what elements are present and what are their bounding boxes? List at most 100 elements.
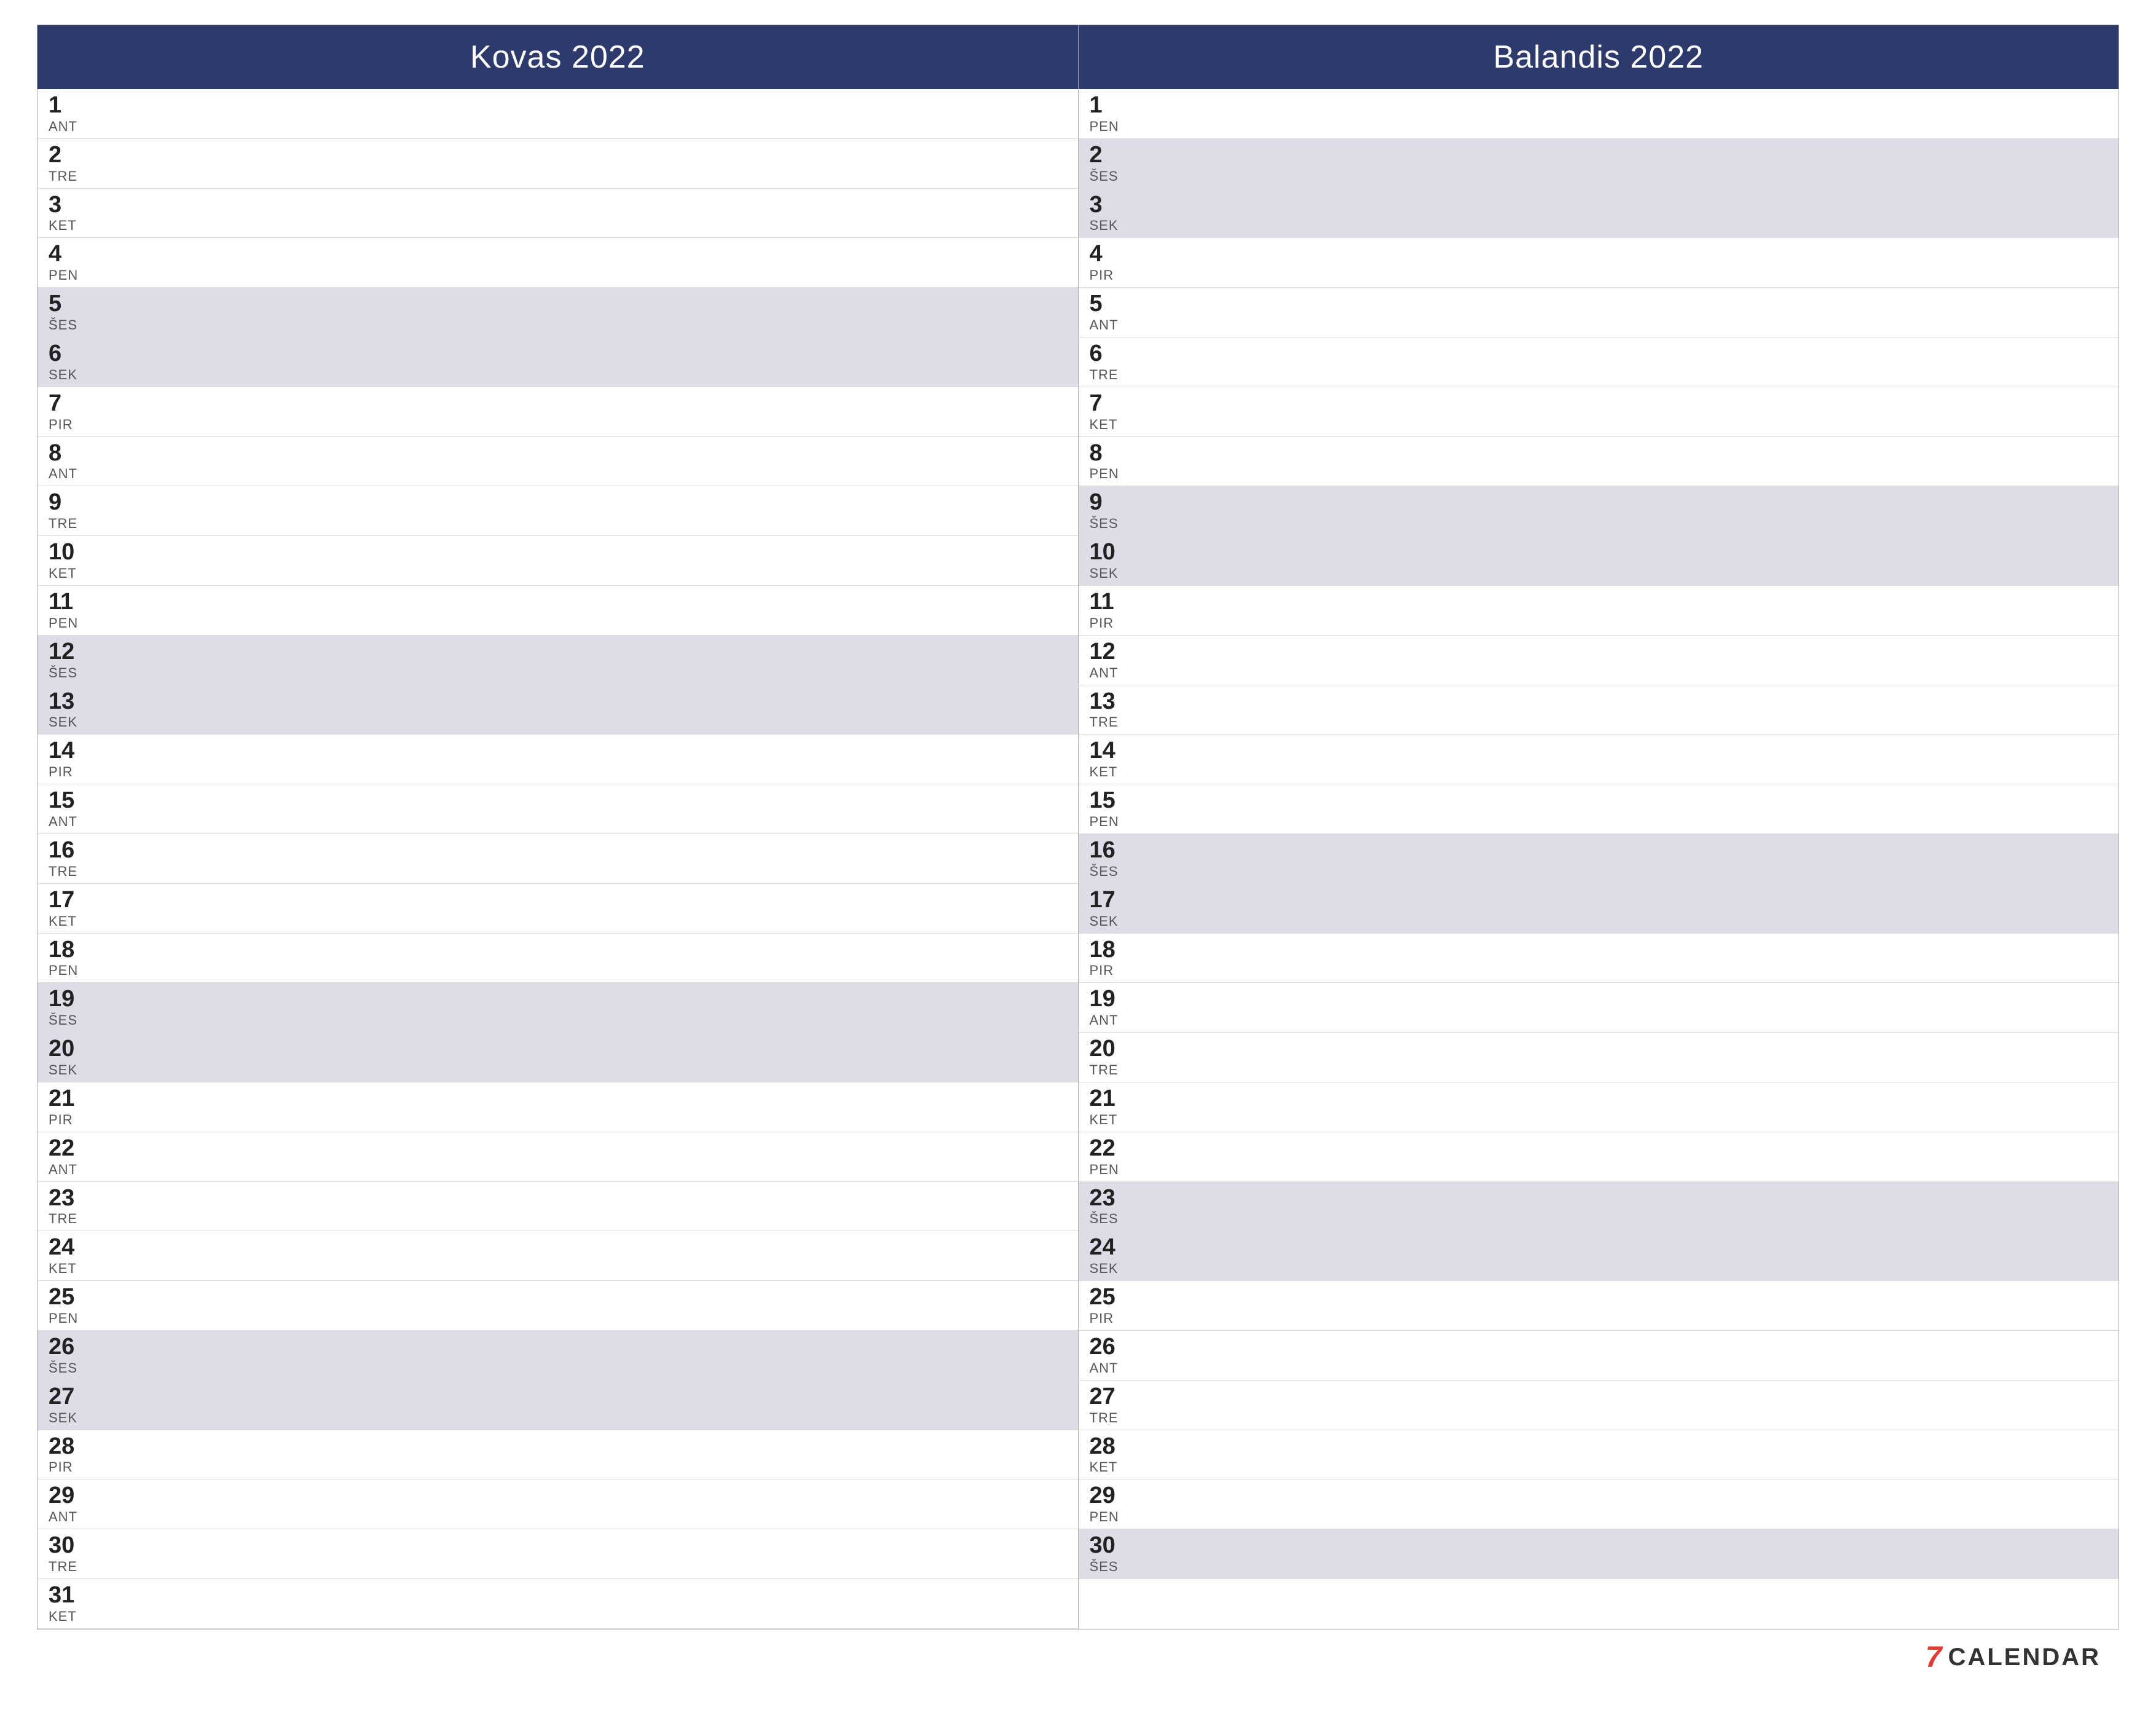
day-row: 3KET bbox=[37, 189, 1078, 238]
day-info: 27TRE bbox=[1090, 1384, 1139, 1426]
day-info: 24KET bbox=[49, 1235, 98, 1277]
day-number: 4 bbox=[1090, 242, 1139, 267]
day-number: 14 bbox=[49, 738, 98, 764]
day-row: 21KET bbox=[1079, 1082, 2119, 1132]
day-row: 7PIR bbox=[37, 387, 1078, 437]
day-info: 28KET bbox=[1090, 1434, 1139, 1476]
day-number: 21 bbox=[49, 1086, 98, 1112]
day-name: PIR bbox=[49, 1112, 98, 1128]
day-name: TRE bbox=[49, 516, 98, 532]
day-row: 19ŠES bbox=[37, 983, 1078, 1033]
day-number: 11 bbox=[1090, 589, 1139, 615]
day-info: 8ANT bbox=[49, 441, 98, 483]
day-name: KET bbox=[1090, 1459, 1139, 1475]
day-number: 7 bbox=[1090, 391, 1139, 417]
day-number: 8 bbox=[49, 441, 98, 467]
month-balandis: Balandis 20221PEN2ŠES3SEK4PIR5ANT6TRE7KE… bbox=[1079, 25, 2119, 1629]
day-row: 21PIR bbox=[37, 1082, 1078, 1132]
day-info: 12ŠES bbox=[49, 639, 98, 681]
day-name: ŠES bbox=[49, 1012, 98, 1028]
day-number: 8 bbox=[1090, 441, 1139, 467]
day-row: 1ANT bbox=[37, 89, 1078, 139]
day-number: 2 bbox=[1090, 143, 1139, 168]
day-name: PIR bbox=[49, 417, 98, 433]
day-number: 26 bbox=[49, 1334, 98, 1360]
day-info: 22PEN bbox=[1090, 1136, 1139, 1178]
day-name: TRE bbox=[49, 168, 98, 184]
day-number: 31 bbox=[49, 1583, 98, 1609]
day-info: 15ANT bbox=[49, 788, 98, 830]
day-name: ANT bbox=[49, 1509, 98, 1525]
brand-text: CALENDAR bbox=[1948, 1644, 2101, 1671]
day-name: ŠES bbox=[1090, 168, 1139, 184]
day-row: 25PIR bbox=[1079, 1281, 2119, 1331]
day-info: 2TRE bbox=[49, 143, 98, 184]
day-info: 8PEN bbox=[1090, 441, 1139, 483]
day-info: 21PIR bbox=[49, 1086, 98, 1128]
day-info: 6TRE bbox=[1090, 341, 1139, 383]
day-row: 10SEK bbox=[1079, 536, 2119, 586]
day-info: 31KET bbox=[49, 1583, 98, 1625]
day-name: PEN bbox=[1090, 466, 1139, 482]
day-row: 24KET bbox=[37, 1231, 1078, 1281]
day-row: 2TRE bbox=[37, 139, 1078, 189]
day-name: KET bbox=[1090, 764, 1139, 780]
day-number: 6 bbox=[1090, 341, 1139, 367]
day-name: ŠES bbox=[1090, 864, 1139, 880]
day-row: 7KET bbox=[1079, 387, 2119, 437]
day-info: 14PIR bbox=[49, 738, 98, 780]
brand-icon: 7 bbox=[1926, 1641, 1942, 1674]
day-row: 30ŠES bbox=[1079, 1529, 2119, 1579]
day-name: TRE bbox=[49, 864, 98, 880]
day-number: 18 bbox=[1090, 937, 1139, 963]
day-number: 12 bbox=[49, 639, 98, 665]
day-row: 20TRE bbox=[1079, 1033, 2119, 1082]
day-number: 3 bbox=[49, 192, 98, 218]
day-row: 12ŠES bbox=[37, 636, 1078, 685]
day-info: 20SEK bbox=[49, 1036, 98, 1078]
day-number: 15 bbox=[49, 788, 98, 814]
day-info: 17SEK bbox=[1090, 888, 1139, 929]
day-number: 28 bbox=[1090, 1434, 1139, 1460]
day-info: 16ŠES bbox=[1090, 838, 1139, 880]
day-name: ANT bbox=[1090, 1012, 1139, 1028]
day-row: 18PEN bbox=[37, 934, 1078, 983]
day-name: TRE bbox=[49, 1211, 98, 1227]
day-name: PEN bbox=[1090, 119, 1139, 135]
day-name: SEK bbox=[49, 1062, 98, 1078]
day-row: 17KET bbox=[37, 884, 1078, 934]
day-name: PEN bbox=[49, 963, 98, 979]
day-number: 27 bbox=[1090, 1384, 1139, 1410]
day-info: 30ŠES bbox=[1090, 1533, 1139, 1575]
day-number: 9 bbox=[1090, 490, 1139, 516]
day-info: 9TRE bbox=[49, 490, 98, 532]
day-row: 9TRE bbox=[37, 486, 1078, 536]
day-row: 26ŠES bbox=[37, 1331, 1078, 1381]
day-info: 9ŠES bbox=[1090, 490, 1139, 532]
day-row: 29ANT bbox=[37, 1480, 1078, 1529]
day-row: 19ANT bbox=[1079, 983, 2119, 1033]
day-row: 5ANT bbox=[1079, 288, 2119, 337]
day-name: KET bbox=[49, 1261, 98, 1277]
day-name: ANT bbox=[49, 119, 98, 135]
day-info: 10KET bbox=[49, 540, 98, 581]
day-row: 11PIR bbox=[1079, 586, 2119, 636]
day-info: 18PEN bbox=[49, 937, 98, 979]
day-number: 16 bbox=[49, 838, 98, 864]
month-header-balandis: Balandis 2022 bbox=[1079, 25, 2119, 89]
day-name: KET bbox=[49, 565, 98, 581]
day-info: 26ANT bbox=[1090, 1334, 1139, 1376]
day-info: 12ANT bbox=[1090, 639, 1139, 681]
day-info: 3KET bbox=[49, 192, 98, 234]
day-number: 12 bbox=[1090, 639, 1139, 665]
day-number: 25 bbox=[49, 1285, 98, 1310]
day-name: PIR bbox=[49, 764, 98, 780]
day-row: 28PIR bbox=[37, 1430, 1078, 1480]
day-name: PIR bbox=[1090, 615, 1139, 631]
day-info: 4PEN bbox=[49, 242, 98, 283]
day-name: SEK bbox=[49, 1410, 98, 1426]
day-number: 20 bbox=[49, 1036, 98, 1062]
day-number: 27 bbox=[49, 1384, 98, 1410]
day-name: KET bbox=[1090, 1112, 1139, 1128]
day-name: KET bbox=[1090, 417, 1139, 433]
